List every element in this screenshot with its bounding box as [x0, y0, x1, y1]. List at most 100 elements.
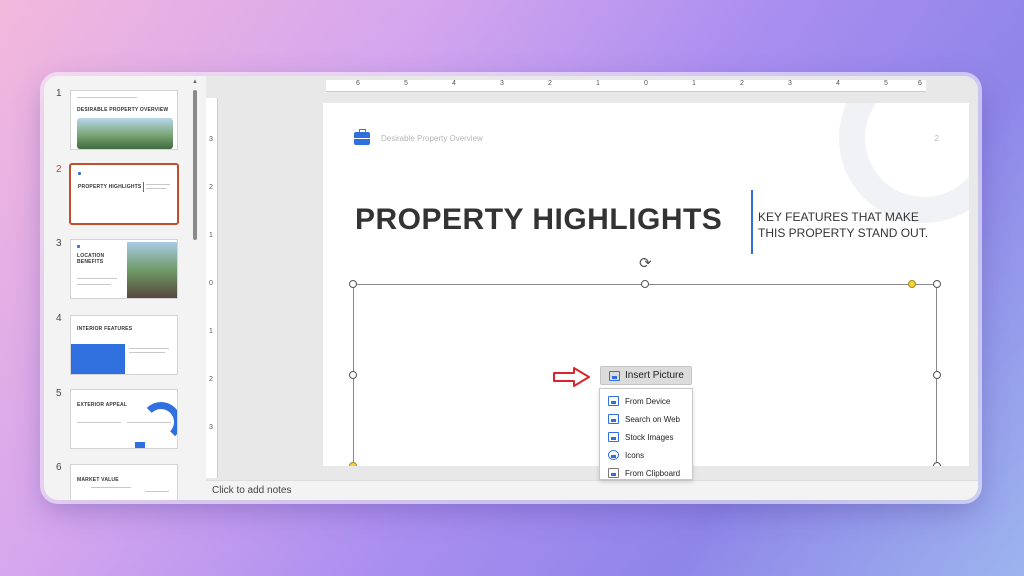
briefcase-icon [354, 129, 370, 145]
horizontal-ruler: 6 5 4 3 2 1 0 1 2 3 4 5 6 [326, 80, 926, 92]
slide-thumbnail-3[interactable]: LOCATION BENEFITS [70, 239, 178, 299]
thumb-text-line [145, 491, 169, 492]
insert-picture-label: Insert Picture [625, 370, 684, 381]
picture-icon [609, 370, 620, 381]
ruler-number: 6 [918, 80, 922, 87]
ruler-number: 1 [209, 232, 213, 239]
web-image-icon [608, 414, 619, 424]
slide-thumbnail-2[interactable]: PROPERTY HIGHLIGHTS [69, 163, 179, 225]
thumbnail-number: 1 [56, 88, 62, 99]
thumbnail-number: 3 [56, 238, 62, 249]
thumb-icon [78, 172, 81, 175]
slide-thumbnail-6[interactable]: MARKET VALUE [70, 464, 178, 500]
thumb-text-line [129, 352, 165, 353]
menu-item-icons[interactable]: Icons [600, 446, 692, 464]
decorative-ring [839, 103, 969, 223]
thumbnail-title: INTERIOR FEATURES [77, 326, 133, 332]
resize-handle-top-center[interactable] [641, 280, 649, 288]
stock-images-icon [608, 432, 619, 442]
thumb-text-line [77, 278, 117, 279]
thumb-text-line [129, 348, 169, 349]
slide-editor: 6 5 4 3 2 1 0 1 2 3 4 5 6 3 2 1 0 1 2 3 … [206, 76, 978, 480]
insert-picture-button[interactable]: Insert Picture [600, 366, 692, 385]
thumb-text-line [146, 188, 166, 189]
menu-item-label: From Clipboard [625, 468, 681, 478]
powerpoint-window: ▲ 1 DESIRABLE PROPERTY OVERVIEW 2 PROPER… [44, 76, 978, 500]
notes-pane[interactable]: Click to add notes [206, 480, 978, 500]
ruler-number: 4 [452, 80, 456, 87]
scroll-up-arrow-icon[interactable]: ▲ [192, 79, 198, 85]
menu-item-label: Stock Images [625, 432, 674, 442]
ruler-number: 1 [596, 80, 600, 87]
thumbnail-title: MARKET VALUE [77, 477, 119, 483]
adjust-handle-top-right[interactable] [908, 280, 916, 288]
notes-placeholder[interactable]: Click to add notes [212, 485, 292, 496]
slide-thumbnail-4[interactable]: INTERIOR FEATURES [70, 315, 178, 375]
menu-item-label: Icons [625, 450, 645, 460]
thumbnail-number: 6 [56, 462, 62, 473]
thumbnail-block [135, 442, 145, 448]
ruler-number: 4 [836, 80, 840, 87]
thumb-chart-line [91, 487, 131, 488]
accent-divider [751, 190, 753, 254]
thumbnail-title: EXTERIOR APPEAL [77, 402, 128, 408]
device-image-icon [608, 396, 619, 406]
ruler-number: 3 [209, 424, 213, 431]
thumb-text-line [146, 184, 170, 185]
resize-handle-left[interactable] [349, 371, 357, 379]
ruler-number: 2 [740, 80, 744, 87]
thumbnail-title: DESIRABLE PROPERTY OVERVIEW [77, 107, 169, 113]
thumbnail-number: 2 [56, 164, 62, 175]
menu-item-stock-images[interactable]: Stock Images [600, 428, 692, 446]
clipboard-icon [608, 468, 619, 478]
adjust-handle-bottom-left[interactable] [349, 462, 357, 466]
menu-item-label: From Device [625, 396, 671, 406]
slide-header-text: Desirable Property Overview [381, 134, 483, 143]
ruler-number: 2 [209, 184, 213, 191]
resize-handle-bottom-right[interactable] [933, 462, 941, 466]
ruler-number: 3 [500, 80, 504, 87]
thumb-text-line [77, 284, 111, 285]
ruler-number: 2 [548, 80, 552, 87]
slide-page-number: 2 [934, 134, 939, 143]
ruler-number: 3 [788, 80, 792, 87]
thumb-text-line [77, 422, 121, 423]
ruler-number: 5 [884, 80, 888, 87]
thumb-text-line [127, 422, 171, 423]
slide-thumbnail-5[interactable]: EXTERIOR APPEAL [70, 389, 178, 449]
ruler-number: 0 [644, 80, 648, 87]
thumbnail-photo [77, 118, 173, 149]
icons-icon [608, 450, 619, 460]
thumbnail-title: LOCATION BENEFITS [77, 253, 105, 265]
thumb-icon [77, 245, 80, 248]
vertical-ruler: 3 2 1 0 1 2 3 [206, 98, 218, 478]
slide-title[interactable]: PROPERTY HIGHLIGHTS [355, 203, 722, 237]
red-arrow-icon [553, 367, 590, 387]
thumbnail-photo [127, 242, 177, 298]
rotate-handle-icon[interactable]: ⟳ [639, 256, 652, 271]
menu-item-search-on-web[interactable]: Search on Web [600, 410, 692, 428]
ruler-number: 2 [209, 376, 213, 383]
thumbnail-number: 4 [56, 313, 62, 324]
resize-handle-top-left[interactable] [349, 280, 357, 288]
thumbnail-block [71, 344, 125, 374]
resize-handle-right[interactable] [933, 371, 941, 379]
menu-item-from-device[interactable]: From Device [600, 392, 692, 410]
thumb-divider [143, 182, 144, 192]
resize-handle-top-right[interactable] [933, 280, 941, 288]
thumbnail-title: PROPERTY HIGHLIGHTS [78, 184, 142, 190]
ruler-number: 1 [692, 80, 696, 87]
slide-thumbnails-pane: ▲ 1 DESIRABLE PROPERTY OVERVIEW 2 PROPER… [44, 76, 204, 500]
ruler-number: 0 [209, 280, 213, 287]
ruler-number: 5 [404, 80, 408, 87]
thumbnail-number: 5 [56, 388, 62, 399]
slide-subtitle[interactable]: KEY FEATURES THAT MAKE THIS PROPERTY STA… [758, 209, 948, 241]
slide-thumbnail-1[interactable]: DESIRABLE PROPERTY OVERVIEW [70, 90, 178, 150]
thumb-text-line [77, 97, 137, 98]
ruler-number: 1 [209, 328, 213, 335]
ruler-number: 6 [356, 80, 360, 87]
ruler-number: 3 [209, 136, 213, 143]
thumbnails-scrollbar[interactable] [193, 90, 197, 240]
menu-item-from-clipboard[interactable]: From Clipboard [600, 464, 692, 482]
menu-item-label: Search on Web [625, 414, 680, 424]
